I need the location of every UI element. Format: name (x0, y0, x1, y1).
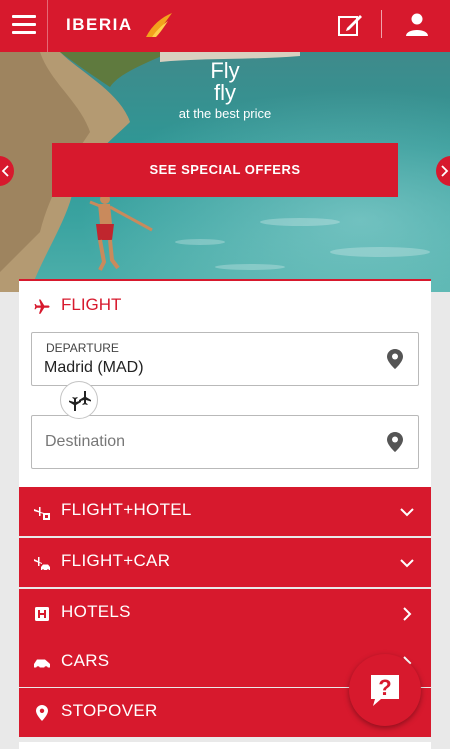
swap-planes-icon (69, 391, 91, 411)
departure-field[interactable]: DEPARTURE Madrid (MAD) (31, 332, 419, 386)
hotel-icon (35, 607, 49, 621)
chevron-right-icon (403, 607, 412, 621)
row-hotels-label: HOTELS (61, 602, 131, 621)
help-chat-icon: ? (371, 675, 399, 706)
chevron-down-icon (400, 508, 414, 517)
row-flight-car[interactable]: FLIGHT+CAR (19, 538, 431, 587)
chevron-left-icon (1, 165, 9, 177)
chevron-right-icon (441, 165, 449, 177)
help-chat-button[interactable]: ? (349, 654, 421, 726)
brand-name: IBERIA (66, 15, 133, 34)
row-flight-car-label: FLIGHT+CAR (61, 551, 171, 570)
airplane-icon (34, 299, 50, 314)
flight-hotel-icon (34, 507, 50, 520)
location-pin-icon[interactable] (387, 432, 403, 452)
hero-title-line2: fly (214, 80, 236, 105)
iberia-wing-icon (146, 13, 172, 37)
swap-airports-button[interactable] (60, 381, 98, 419)
car-icon (34, 659, 50, 670)
tab-flight-label: FLIGHT (61, 295, 122, 314)
row-cars-label: CARS (61, 651, 110, 670)
destination-placeholder: Destination (45, 433, 126, 450)
location-pin-icon (36, 705, 48, 721)
flight-car-icon (34, 557, 50, 572)
row-flight-hotel[interactable]: FLIGHT+HOTEL (19, 487, 431, 536)
departure-value: Madrid (MAD) (44, 359, 144, 376)
location-pin-icon[interactable] (387, 349, 403, 369)
flight-search-card: FLIGHT DEPARTURE Madrid (MAD) Destinatio… (19, 279, 431, 487)
row-stopover-label: STOPOVER (61, 701, 158, 720)
row-flight-hotel-label: FLIGHT+HOTEL (61, 500, 192, 519)
help-symbol: ? (378, 675, 391, 700)
departure-label: DEPARTURE (46, 341, 119, 355)
user-icon[interactable] (403, 11, 431, 39)
hamburger-menu-icon[interactable] (0, 0, 48, 52)
destination-field[interactable]: Destination (31, 415, 419, 469)
hero-subtitle: at the best price (178, 106, 272, 121)
app-header: IBERIA (0, 0, 450, 52)
hero-banner: Fly fly at the best price SEE SPECIAL OF… (0, 52, 450, 292)
row-hotels[interactable]: HOTELS (19, 589, 431, 638)
list-footer-edge (19, 742, 431, 749)
edit-pencil-icon[interactable] (336, 11, 364, 39)
header-divider (381, 10, 382, 38)
chevron-down-icon (400, 559, 414, 568)
see-special-offers-button[interactable]: SEE SPECIAL OFFERS (52, 143, 398, 197)
